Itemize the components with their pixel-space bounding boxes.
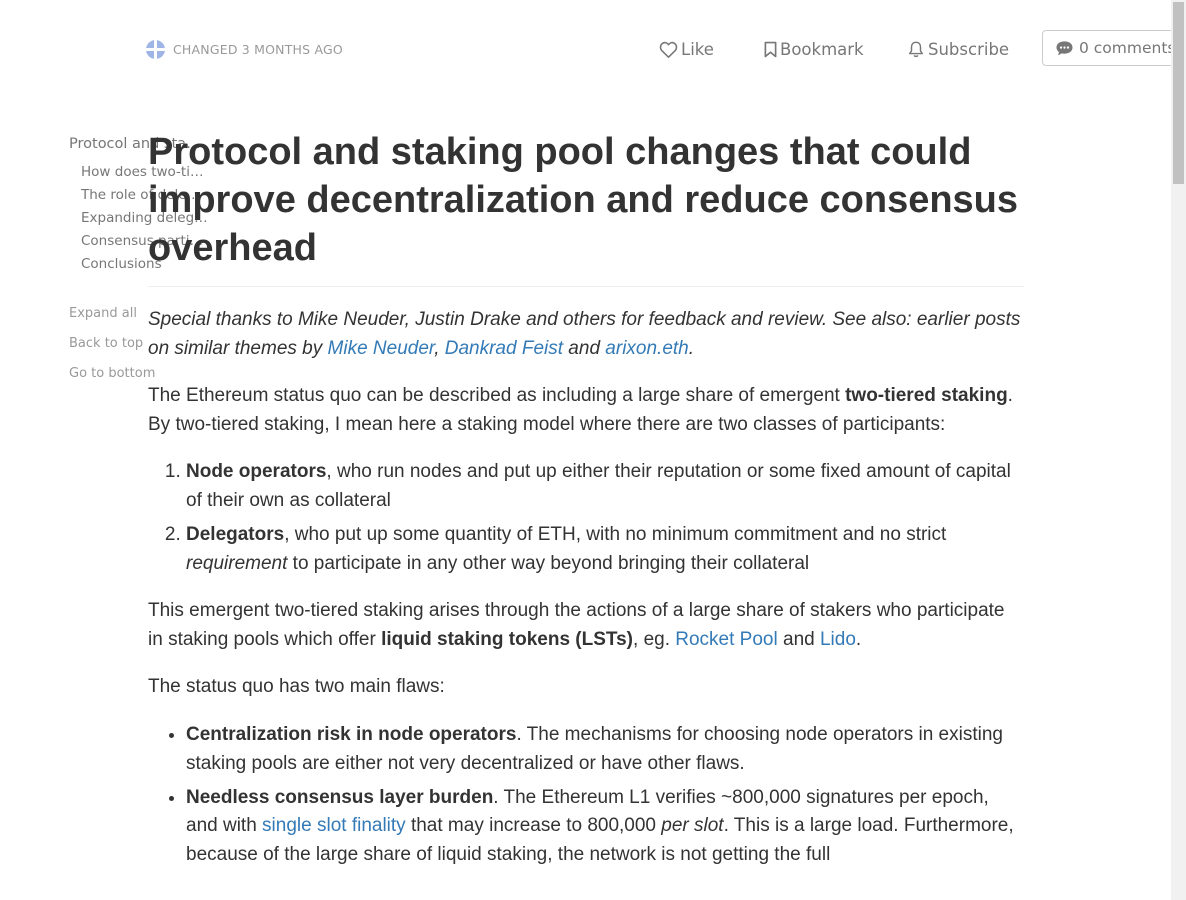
thanks-separator: , <box>434 337 445 359</box>
list-item: Delegators, who put up some quantity of … <box>186 521 1024 578</box>
toc-controls: Expand all Back to top Go to bottom <box>69 304 155 394</box>
participants-list: Node operators, who run nodes and put up… <box>148 458 1024 578</box>
list-item-text: , who put up some quantity of ETH, with … <box>284 524 947 546</box>
link-mike-neuder[interactable]: Mike Neuder <box>328 338 435 359</box>
heart-icon <box>659 41 678 58</box>
vertical-scrollbar[interactable] <box>1171 0 1186 900</box>
list-item-emphasis: requirement <box>186 552 288 574</box>
thanks-paragraph: Special thanks to Mike Neuder, Justin Dr… <box>148 306 1024 363</box>
list-item-bold: Centralization risk in node operators <box>186 724 517 746</box>
link-single-slot-finality[interactable]: single slot finality <box>262 815 406 836</box>
comments-button[interactable]: 0 comments <box>1042 30 1182 66</box>
thanks-end: . <box>688 337 695 359</box>
list-item-bold: Node operators <box>186 461 327 483</box>
article: Protocol and staking pool changes that c… <box>148 128 1024 889</box>
thanks-separator: and <box>563 337 606 359</box>
link-dankrad-feist[interactable]: Dankrad Feist <box>445 338 563 359</box>
subscribe-label: Subscribe <box>928 39 1010 59</box>
lst-bold: liquid staking tokens (LSTs) <box>381 628 634 650</box>
lst-text: , eg. <box>633 628 676 650</box>
bookmark-label: Bookmark <box>780 39 864 59</box>
expand-all-link[interactable]: Expand all <box>69 304 155 334</box>
list-item-bold: Delegators <box>186 524 285 546</box>
list-item: Node operators, who run nodes and put up… <box>186 458 1024 515</box>
page-title: Protocol and staking pool changes that c… <box>148 128 1024 287</box>
scrollbar-thumb[interactable] <box>1173 2 1184 184</box>
comments-label: 0 comments <box>1079 39 1176 57</box>
like-button[interactable]: Like <box>659 37 714 61</box>
bookmark-button[interactable]: Bookmark <box>764 37 864 61</box>
lst-paragraph: This emergent two-tiered staking arises … <box>148 597 1024 654</box>
go-to-bottom-link[interactable]: Go to bottom <box>69 364 155 394</box>
intro-paragraph: The Ethereum status quo can be described… <box>148 382 1024 439</box>
back-to-top-link[interactable]: Back to top <box>69 334 155 364</box>
link-rocket-pool[interactable]: Rocket Pool <box>675 629 777 650</box>
flaws-paragraph: The status quo has two main flaws: <box>148 676 445 698</box>
link-lido[interactable]: Lido <box>820 629 856 650</box>
subscribe-button[interactable]: Subscribe <box>907 37 1009 61</box>
list-item: Needless consensus layer burden. The Eth… <box>186 784 1024 870</box>
list-item-bold: Needless consensus layer burden <box>186 786 494 808</box>
avatar[interactable] <box>146 39 165 59</box>
list-item-text: that may increase to 800,000 <box>405 815 662 837</box>
lst-text: and <box>777 628 820 650</box>
bookmark-icon <box>764 41 777 57</box>
intro-bold: two-tiered staking <box>845 385 1008 407</box>
list-item-text: to participate in any other way beyond b… <box>287 552 810 574</box>
like-label: Like <box>681 39 714 59</box>
comment-icon <box>1056 40 1073 55</box>
changed-label: CHANGED 3 MONTHS AGO <box>173 41 343 57</box>
changed-meta: CHANGED 3 MONTHS AGO <box>146 39 343 59</box>
bell-icon <box>908 41 924 57</box>
intro-text: The Ethereum status quo can be described… <box>148 385 846 407</box>
lst-text: . <box>855 628 862 650</box>
flaws-list: Centralization risk in node operators. T… <box>148 721 1024 869</box>
list-item: Centralization risk in node operators. T… <box>186 721 1024 778</box>
link-arixon[interactable]: arixon.eth <box>605 338 688 359</box>
list-item-emphasis: per slot <box>661 815 724 837</box>
